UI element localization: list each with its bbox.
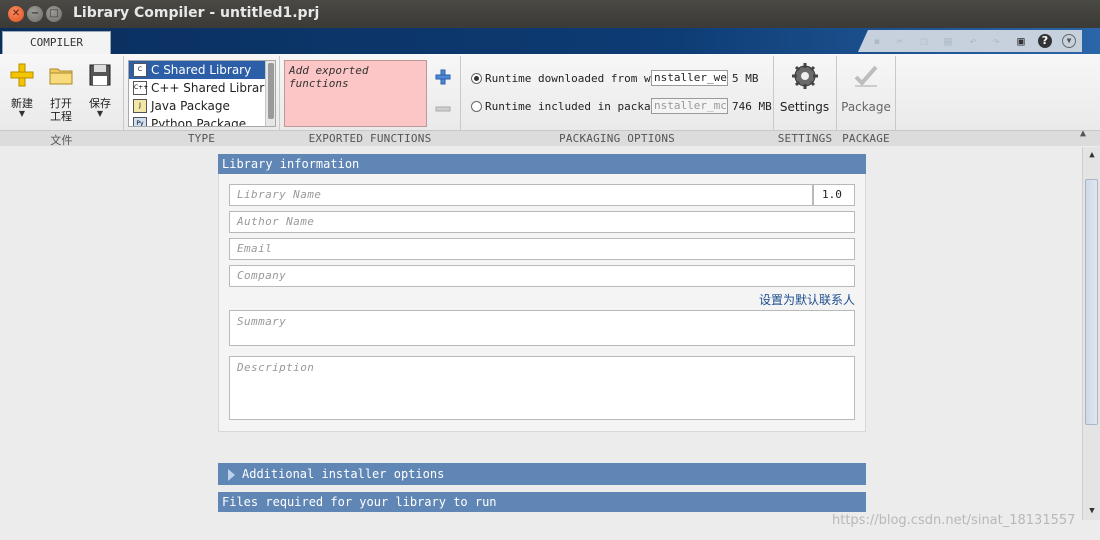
main-scrollbar[interactable]: ▲ ▼ <box>1082 147 1100 520</box>
save-icon[interactable]: ▪ <box>870 34 884 48</box>
type-item-java-package[interactable]: J Java Package <box>129 97 265 115</box>
redo-icon[interactable]: ↷ <box>989 34 1003 48</box>
type-list[interactable]: C C Shared Library C++ C++ Shared Librar… <box>128 60 276 127</box>
group-label-settings: SETTINGS <box>777 132 833 145</box>
group-label-exported: EXPORTED FUNCTIONS <box>308 132 432 145</box>
scrollbar-thumb[interactable] <box>1085 179 1098 425</box>
package-button[interactable]: Package <box>840 60 892 126</box>
java-package-icon: J <box>133 99 147 113</box>
runtime-web-radio[interactable] <box>471 73 482 84</box>
scroll-down-icon[interactable]: ▼ <box>1083 503 1100 519</box>
type-item-label: Java Package <box>151 99 230 113</box>
plus-icon <box>10 63 34 87</box>
scroll-up-icon[interactable]: ▲ <box>1083 147 1100 163</box>
group-label-package: PACKAGE <box>842 132 890 145</box>
company-input[interactable]: Company <box>229 265 855 287</box>
cpp-library-icon: C++ <box>133 81 148 95</box>
add-function-icon[interactable] <box>434 68 452 86</box>
exported-functions-box[interactable]: Add exported functions <box>284 60 427 127</box>
title-bar: ✕ − □ Library Compiler - untitled1.prj <box>0 0 1100 28</box>
help-icon[interactable]: ? <box>1038 34 1052 48</box>
package-installer-size: 746 MB <box>732 100 772 113</box>
group-label-type: TYPE <box>187 132 216 145</box>
folder-icon <box>49 68 73 85</box>
type-item-label: Python Package <box>151 117 247 127</box>
group-label-packaging: PACKAGING OPTIONS <box>559 132 675 145</box>
tab-strip: COMPILER ▪ ✂ ❐ ▤ ↶ ↷ ▣ ? ▼ <box>0 28 1100 54</box>
save-button[interactable]: 保存 ▼ <box>82 60 118 126</box>
exported-functions-placeholder: Add exported functions <box>289 64 369 90</box>
collapse-ribbon-icon[interactable]: ▲ <box>1080 129 1092 139</box>
expand-triangle-icon[interactable] <box>228 469 235 481</box>
files-required-header: Files required for your library to run <box>218 492 866 512</box>
type-item-label: C++ Shared Library <box>151 81 272 95</box>
checkmark-icon <box>854 65 878 87</box>
chevron-down-icon: ▼ <box>96 109 104 118</box>
package-label: Package <box>841 100 891 114</box>
type-item-c-shared[interactable]: C C Shared Library <box>129 61 265 79</box>
settings-label: Settings <box>779 100 830 114</box>
new-button[interactable]: 新建 ▼ <box>4 60 40 126</box>
version-input[interactable]: 1.0 <box>813 184 855 206</box>
cut-icon[interactable]: ✂ <box>893 34 907 48</box>
author-name-input[interactable]: Author Name <box>229 211 855 233</box>
additional-installer-options-header[interactable]: Additional installer options <box>218 463 866 485</box>
package-installer-name-field[interactable]: nstaller_mcr <box>651 98 728 114</box>
runtime-web-label: Runtime downloaded from web <box>485 72 664 85</box>
type-item-label: C Shared Library <box>151 63 252 77</box>
group-label-file: 文件 <box>50 134 73 147</box>
type-list-scrollbar[interactable] <box>265 61 275 126</box>
remove-function-icon[interactable] <box>434 100 452 118</box>
close-icon[interactable]: ✕ <box>8 6 24 22</box>
gear-icon <box>791 63 818 89</box>
email-input[interactable]: Email <box>229 238 855 260</box>
floppy-icon <box>89 64 111 86</box>
ribbon-group-labels: 文件 TYPE EXPORTED FUNCTIONS PACKAGING OPT… <box>0 130 1100 147</box>
summary-input[interactable]: Summary <box>229 310 855 346</box>
c-library-icon: C <box>133 63 147 77</box>
web-installer-size: 5 MB <box>732 72 759 85</box>
open-project-label: 打开 工程 <box>50 97 72 123</box>
type-item-python-package[interactable]: Py Python Package <box>129 115 265 127</box>
maximize-icon[interactable]: □ <box>46 6 62 22</box>
scrollbar-thumb[interactable] <box>268 63 274 119</box>
dropdown-icon[interactable]: ▼ <box>1062 34 1076 48</box>
watermark: https://blog.csdn.net/sinat_18131557 <box>832 513 1076 528</box>
undo-icon[interactable]: ↶ <box>966 34 980 48</box>
description-input[interactable]: Description <box>229 356 855 420</box>
runtime-package-label: Runtime included in package <box>485 100 664 113</box>
minimize-icon[interactable]: − <box>27 6 43 22</box>
set-default-contact-link[interactable]: 设置为默认联系人 <box>720 291 855 308</box>
library-name-input[interactable]: Library Name <box>229 184 813 206</box>
runtime-package-radio[interactable] <box>471 101 482 112</box>
open-project-button[interactable]: 打开 工程 <box>43 60 79 126</box>
python-package-icon: Py <box>133 117 147 126</box>
type-item-cpp-shared[interactable]: C++ C++ Shared Library <box>129 79 271 97</box>
chevron-down-icon: ▼ <box>18 109 26 118</box>
copy-icon[interactable]: ❐ <box>917 34 931 48</box>
window-title: Library Compiler - untitled1.prj <box>73 5 320 21</box>
tab-compiler[interactable]: COMPILER <box>2 31 111 54</box>
paste-icon[interactable]: ▤ <box>941 34 955 48</box>
web-installer-name-field[interactable]: nstaller_web <box>651 70 728 86</box>
window-icon[interactable]: ▣ <box>1014 34 1028 48</box>
library-info-header: Library information <box>218 154 866 174</box>
settings-button[interactable]: Settings <box>777 60 832 126</box>
